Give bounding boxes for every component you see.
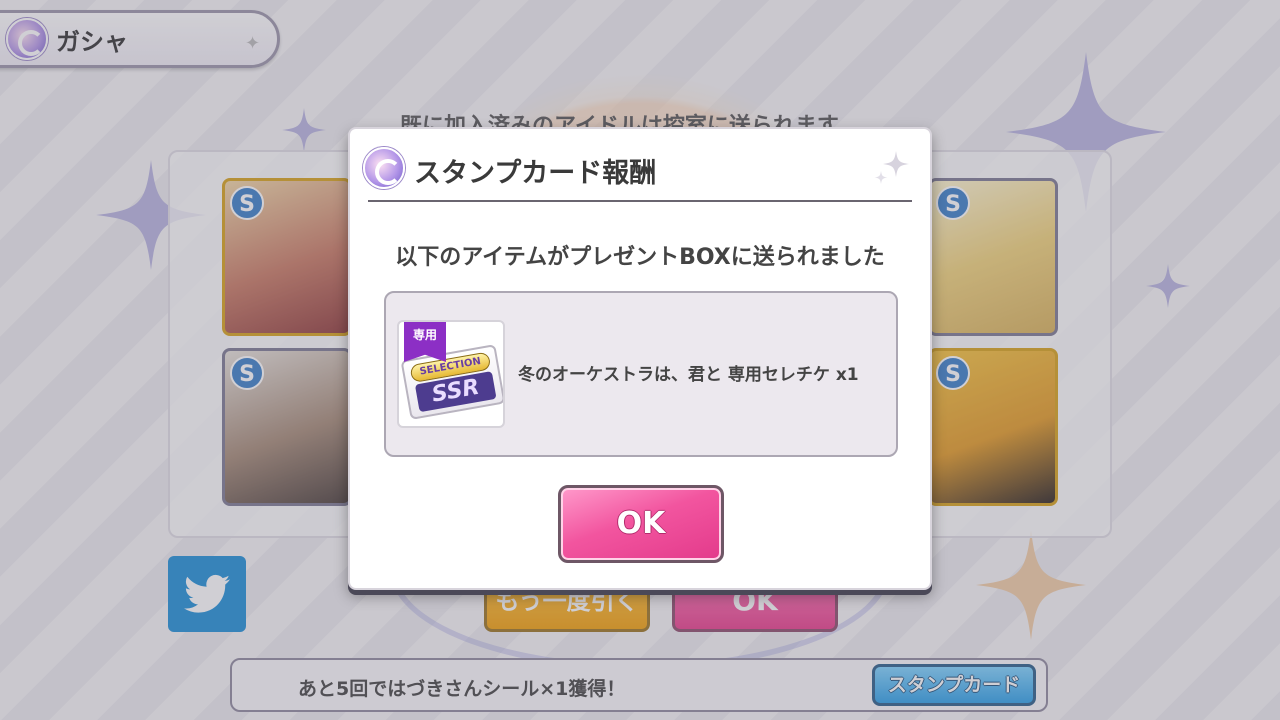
dialog-title: スタンプカード報酬 [414,158,657,189]
dialog-divider [368,200,912,202]
reward-item-row: SELECTION SSR 専用 冬のオーケストラは、君と 専用セレチケ x1 [384,291,898,457]
ok-button[interactable]: OK [558,485,724,563]
dialog-message: 以下のアイテムがプレゼントBOXに送られました [395,245,885,270]
sparkle-icon [874,151,909,184]
reward-item-name: 冬のオーケストラは、君と 専用セレチケ x1 [518,365,859,385]
gacha-logo-icon [363,147,405,189]
stamp-reward-dialog: スタンプカード報酬 以下のアイテムがプレゼントBOXに送られました SELECT… [348,127,932,590]
selection-ticket-icon: SELECTION SSR 専用 [397,320,505,428]
